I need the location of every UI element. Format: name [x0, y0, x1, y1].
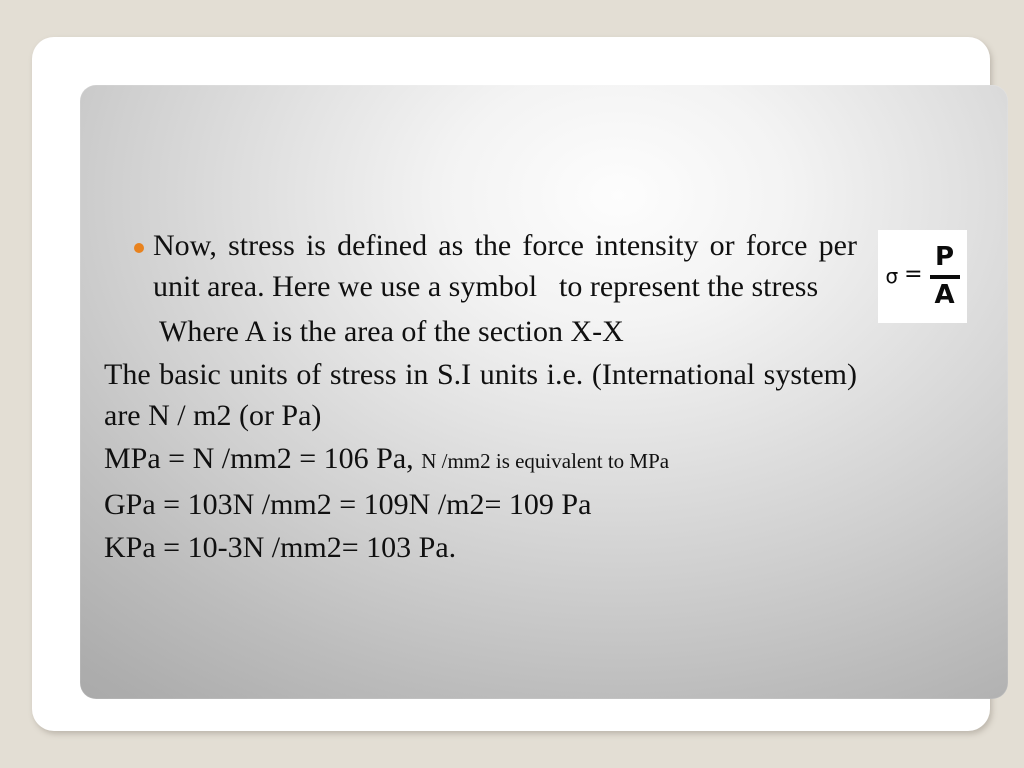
where-line: Where A is the area of the section X-X — [159, 315, 624, 348]
mpa-line-note: N /mm2 is equivalent to MPa — [421, 449, 670, 473]
gpa-line: GPa = 103N /mm2 = 109N /m2= 109 Pa — [104, 488, 592, 521]
fraction-numerator: P — [935, 242, 955, 273]
stress-formula-image: σ = P A — [878, 230, 967, 323]
slide-body-text: Now, stress is defined as the force inte… — [104, 225, 984, 568]
stress-formula-content: σ = P A — [885, 242, 960, 310]
si-units-paragraph: The basic units of stress in S.I units i… — [104, 358, 857, 432]
sigma-symbol: σ — [885, 263, 899, 288]
slide-content-panel: Now, stress is defined as the force inte… — [80, 85, 1008, 699]
fraction-bar — [929, 274, 960, 279]
bullet-dot-icon — [134, 243, 144, 253]
bullet-paragraph-text-part-2: to represent the stress — [559, 270, 819, 303]
fraction-denominator: A — [934, 279, 955, 310]
bullet-paragraph-stress-definition: Now, stress is defined as the force inte… — [104, 225, 857, 307]
slide-frame: Now, stress is defined as the force inte… — [32, 37, 1008, 731]
fraction-p-over-a: P A — [929, 242, 960, 310]
equals-symbol: = — [904, 262, 923, 287]
mpa-line-main: MPa = N /mm2 = 106 Pa, — [104, 442, 414, 475]
mpa-line: MPa = N /mm2 = 106 Pa, N /mm2 is equival… — [104, 438, 857, 482]
kpa-line: KPa = 10-3N /mm2= 103 Pa. — [104, 531, 457, 564]
